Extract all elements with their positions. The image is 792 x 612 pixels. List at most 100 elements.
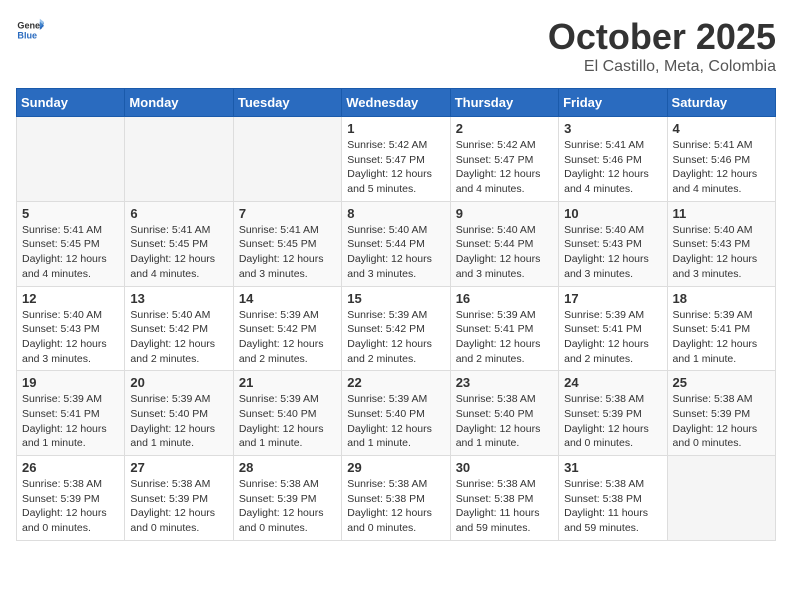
- calendar-day-23: 23Sunrise: 5:38 AM Sunset: 5:40 PM Dayli…: [450, 371, 558, 456]
- day-number: 16: [456, 291, 553, 306]
- weekday-header-wednesday: Wednesday: [342, 89, 450, 117]
- calendar-day-19: 19 Sunrise: 5:39 AM Sunset: 5:41 PM Dayli…: [17, 371, 125, 456]
- calendar-day-8: 8 Sunrise: 5:40 AM Sunset: 5:44 PM Daylig…: [342, 201, 450, 286]
- logo-icon: General Blue: [16, 16, 44, 44]
- day-number: 20: [130, 375, 227, 390]
- weekday-header-friday: Friday: [559, 89, 667, 117]
- calendar-week-row: 26Sunrise: 5:38 AM Sunset: 5:39 PM Dayli…: [17, 456, 776, 541]
- day-info: Sunrise: 5:39 AM Sunset: 5:42 PM Dayligh…: [347, 308, 444, 367]
- day-number: 31: [564, 460, 661, 475]
- day-info: Sunrise: 5:39 AM Sunset: 5:41 PM Dayligh…: [456, 308, 553, 367]
- calendar-day-21: 21 Sunrise: 5:39 AM Sunset: 5:40 PM Dayli…: [233, 371, 341, 456]
- day-number: 5: [22, 206, 119, 221]
- day-info: Sunrise: 5:38 AM Sunset: 5:38 PM Dayligh…: [456, 477, 553, 536]
- day-number: 1: [347, 121, 444, 136]
- weekday-header-sunday: Sunday: [17, 89, 125, 117]
- day-info: Sunrise: 5:40 AM Sunset: 5:43 PM Dayligh…: [564, 223, 661, 282]
- day-info: Sunrise: 5:38 AM Sunset: 5:39 PM Dayligh…: [673, 392, 770, 451]
- weekday-header-tuesday: Tuesday: [233, 89, 341, 117]
- calendar-day-6: 6 Sunrise: 5:41 AM Sunset: 5:45 PM Daylig…: [125, 201, 233, 286]
- calendar-day-24: 24 Sunrise: 5:38 AM Sunset: 5:39 PM Dayli…: [559, 371, 667, 456]
- day-info: Sunrise: 5:42 AM Sunset: 5:47 PM Dayligh…: [347, 138, 444, 197]
- day-number: 13: [130, 291, 227, 306]
- day-number: 6: [130, 206, 227, 221]
- day-number: 3: [564, 121, 661, 136]
- day-info: Sunrise: 5:39 AM Sunset: 5:41 PM Dayligh…: [22, 392, 119, 451]
- calendar-day-20: 20 Sunrise: 5:39 AM Sunset: 5:40 PM Dayli…: [125, 371, 233, 456]
- day-info: Sunrise: 5:39 AM Sunset: 5:40 PM Dayligh…: [130, 392, 227, 451]
- day-number: 8: [347, 206, 444, 221]
- day-info: Sunrise: 5:40 AM Sunset: 5:43 PM Dayligh…: [22, 308, 119, 367]
- empty-day-cell: [667, 456, 775, 541]
- calendar-day-31: 31 Sunrise: 5:38 AM Sunset: 5:38 PM Dayli…: [559, 456, 667, 541]
- day-number: 12: [22, 291, 119, 306]
- calendar-day-11: 11 Sunrise: 5:40 AM Sunset: 5:43 PM Dayli…: [667, 201, 775, 286]
- calendar-table: SundayMondayTuesdayWednesdayThursdayFrid…: [16, 88, 776, 541]
- calendar-week-row: 19 Sunrise: 5:39 AM Sunset: 5:41 PM Dayli…: [17, 371, 776, 456]
- day-info: Sunrise: 5:40 AM Sunset: 5:44 PM Dayligh…: [347, 223, 444, 282]
- calendar-day-12: 12 Sunrise: 5:40 AM Sunset: 5:43 PM Dayli…: [17, 286, 125, 371]
- weekday-header-row: SundayMondayTuesdayWednesdayThursdayFrid…: [17, 89, 776, 117]
- day-number: 29: [347, 460, 444, 475]
- calendar-day-2: 2Sunrise: 5:42 AM Sunset: 5:47 PM Daylig…: [450, 117, 558, 202]
- page-header: General Blue October 2025 El Castillo, M…: [16, 16, 776, 76]
- day-number: 27: [130, 460, 227, 475]
- day-info: Sunrise: 5:41 AM Sunset: 5:45 PM Dayligh…: [239, 223, 336, 282]
- empty-day-cell: [233, 117, 341, 202]
- day-number: 14: [239, 291, 336, 306]
- calendar-day-25: 25 Sunrise: 5:38 AM Sunset: 5:39 PM Dayli…: [667, 371, 775, 456]
- day-info: Sunrise: 5:39 AM Sunset: 5:40 PM Dayligh…: [347, 392, 444, 451]
- calendar-week-row: 5 Sunrise: 5:41 AM Sunset: 5:45 PM Daylig…: [17, 201, 776, 286]
- calendar-day-5: 5 Sunrise: 5:41 AM Sunset: 5:45 PM Daylig…: [17, 201, 125, 286]
- empty-day-cell: [125, 117, 233, 202]
- day-info: Sunrise: 5:38 AM Sunset: 5:38 PM Dayligh…: [347, 477, 444, 536]
- day-number: 22: [347, 375, 444, 390]
- day-number: 17: [564, 291, 661, 306]
- day-info: Sunrise: 5:42 AM Sunset: 5:47 PM Dayligh…: [456, 138, 553, 197]
- day-number: 19: [22, 375, 119, 390]
- day-info: Sunrise: 5:41 AM Sunset: 5:46 PM Dayligh…: [673, 138, 770, 197]
- calendar-day-22: 22 Sunrise: 5:39 AM Sunset: 5:40 PM Dayli…: [342, 371, 450, 456]
- calendar-day-4: 4 Sunrise: 5:41 AM Sunset: 5:46 PM Daylig…: [667, 117, 775, 202]
- calendar-day-1: 1 Sunrise: 5:42 AM Sunset: 5:47 PM Daylig…: [342, 117, 450, 202]
- day-info: Sunrise: 5:41 AM Sunset: 5:45 PM Dayligh…: [130, 223, 227, 282]
- calendar-day-15: 15 Sunrise: 5:39 AM Sunset: 5:42 PM Dayli…: [342, 286, 450, 371]
- month-year-title: October 2025: [548, 16, 776, 58]
- calendar-week-row: 1 Sunrise: 5:42 AM Sunset: 5:47 PM Daylig…: [17, 117, 776, 202]
- title-area: October 2025 El Castillo, Meta, Colombia: [548, 16, 776, 76]
- calendar-day-7: 7 Sunrise: 5:41 AM Sunset: 5:45 PM Daylig…: [233, 201, 341, 286]
- day-info: Sunrise: 5:38 AM Sunset: 5:39 PM Dayligh…: [22, 477, 119, 536]
- day-number: 30: [456, 460, 553, 475]
- day-number: 23: [456, 375, 553, 390]
- day-info: Sunrise: 5:41 AM Sunset: 5:45 PM Dayligh…: [22, 223, 119, 282]
- day-number: 10: [564, 206, 661, 221]
- svg-text:Blue: Blue: [17, 30, 37, 40]
- day-info: Sunrise: 5:38 AM Sunset: 5:39 PM Dayligh…: [564, 392, 661, 451]
- day-number: 25: [673, 375, 770, 390]
- day-info: Sunrise: 5:38 AM Sunset: 5:39 PM Dayligh…: [130, 477, 227, 536]
- day-info: Sunrise: 5:38 AM Sunset: 5:38 PM Dayligh…: [564, 477, 661, 536]
- day-info: Sunrise: 5:41 AM Sunset: 5:46 PM Dayligh…: [564, 138, 661, 197]
- day-number: 24: [564, 375, 661, 390]
- calendar-day-27: 27 Sunrise: 5:38 AM Sunset: 5:39 PM Dayli…: [125, 456, 233, 541]
- day-number: 7: [239, 206, 336, 221]
- day-info: Sunrise: 5:40 AM Sunset: 5:43 PM Dayligh…: [673, 223, 770, 282]
- calendar-day-30: 30 Sunrise: 5:38 AM Sunset: 5:38 PM Dayli…: [450, 456, 558, 541]
- day-number: 11: [673, 206, 770, 221]
- calendar-day-13: 13 Sunrise: 5:40 AM Sunset: 5:42 PM Dayli…: [125, 286, 233, 371]
- calendar-week-row: 12 Sunrise: 5:40 AM Sunset: 5:43 PM Dayli…: [17, 286, 776, 371]
- logo: General Blue: [16, 16, 44, 44]
- calendar-day-28: 28Sunrise: 5:38 AM Sunset: 5:39 PM Dayli…: [233, 456, 341, 541]
- calendar-day-10: 10 Sunrise: 5:40 AM Sunset: 5:43 PM Dayli…: [559, 201, 667, 286]
- day-number: 9: [456, 206, 553, 221]
- day-number: 21: [239, 375, 336, 390]
- calendar-day-14: 14Sunrise: 5:39 AM Sunset: 5:42 PM Dayli…: [233, 286, 341, 371]
- day-number: 4: [673, 121, 770, 136]
- day-info: Sunrise: 5:40 AM Sunset: 5:42 PM Dayligh…: [130, 308, 227, 367]
- day-info: Sunrise: 5:39 AM Sunset: 5:40 PM Dayligh…: [239, 392, 336, 451]
- calendar-day-18: 18Sunrise: 5:39 AM Sunset: 5:41 PM Dayli…: [667, 286, 775, 371]
- calendar-day-9: 9Sunrise: 5:40 AM Sunset: 5:44 PM Daylig…: [450, 201, 558, 286]
- day-info: Sunrise: 5:39 AM Sunset: 5:41 PM Dayligh…: [564, 308, 661, 367]
- day-number: 15: [347, 291, 444, 306]
- day-info: Sunrise: 5:39 AM Sunset: 5:41 PM Dayligh…: [673, 308, 770, 367]
